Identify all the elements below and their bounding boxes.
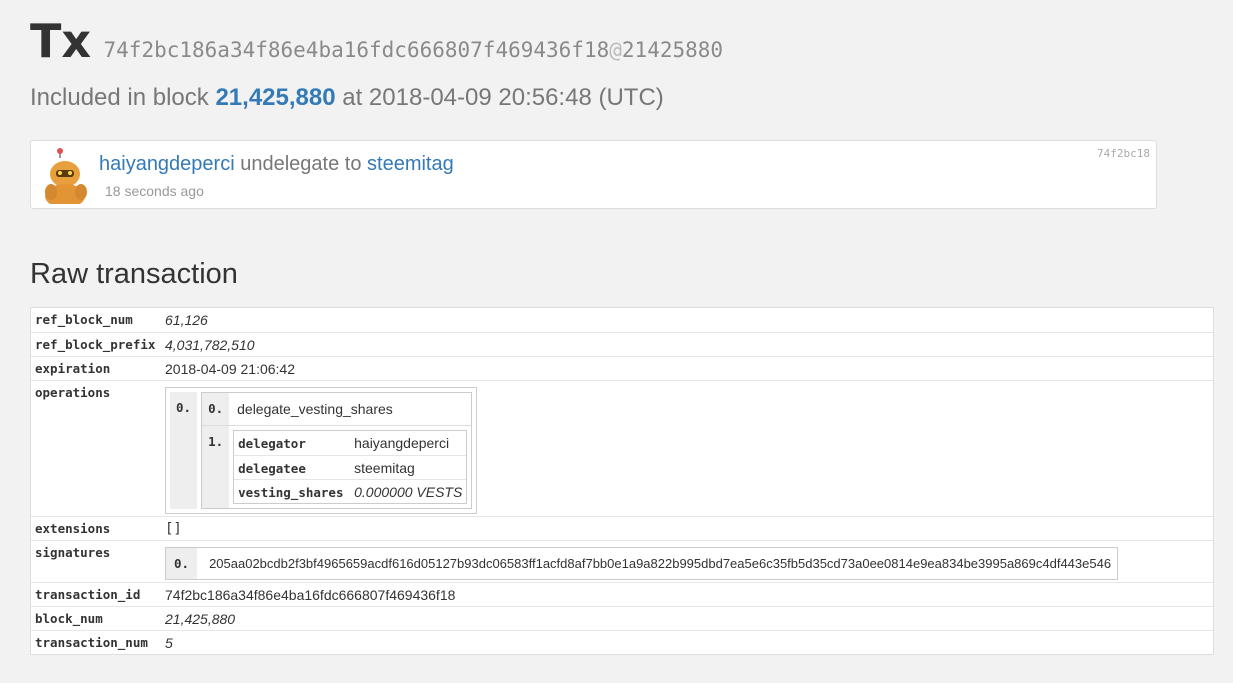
tx-hash: 74f2bc186a34f86e4ba16fdc666807f469436f18 <box>103 38 610 62</box>
raw-transaction-table: ref_block_num 61,126 ref_block_prefix 4,… <box>30 307 1214 655</box>
param-value: haiyangdeperci <box>354 435 450 451</box>
table-row: extensions [] <box>31 516 1213 540</box>
row-key: extensions <box>35 521 111 536</box>
param-value: 0.000000 VESTS <box>354 484 463 500</box>
operation-action: undelegate to <box>240 153 362 175</box>
operation-summary: haiyangdeperci undelegate to steemitag <box>99 153 454 176</box>
signatures-list: 0. 205aa02bcdb2f3bf4965659acdf616d05127b… <box>165 547 1119 580</box>
account-link[interactable]: haiyangdeperci <box>99 153 235 175</box>
table-row: transaction_id 74f2bc186a34f86e4ba16fdc6… <box>31 582 1213 606</box>
param-row: vesting_shares 0.000000 VESTS <box>234 479 467 503</box>
param-value: steemitag <box>354 460 415 476</box>
param-key: vesting_shares <box>238 485 344 500</box>
operation-item: 0. delegate_vesting_shares 1. delegator … <box>201 392 473 509</box>
operation-name: delegate_vesting_shares <box>237 401 393 417</box>
row-value: 61,126 <box>165 312 208 328</box>
row-key: signatures <box>35 545 111 560</box>
page-header: Tx 74f2bc186a34f86e4ba16fdc666807f469436… <box>30 14 723 68</box>
section-title-raw: Raw transaction <box>30 258 238 290</box>
param-row: delegator haiyangdeperci <box>234 431 466 455</box>
tx-hash-ref: 74f2bc186a34f86e4ba16fdc666807f469436f18… <box>104 38 724 62</box>
table-row: transaction_num 5 <box>31 630 1213 654</box>
operation-card: haiyangdeperci undelegate to steemitag 1… <box>30 140 1157 209</box>
row-value: 74f2bc186a34f86e4ba16fdc666807f469436f18 <box>165 587 456 603</box>
at-sign: @ <box>609 38 622 62</box>
param-key: delegator <box>238 436 306 451</box>
row-key: ref_block_prefix <box>35 337 156 352</box>
row-value: 4,031,782,510 <box>165 337 255 353</box>
row-key: transaction_num <box>35 635 148 650</box>
operation-params: delegator haiyangdeperci delegatee steem… <box>233 430 468 504</box>
table-row: ref_block_prefix 4,031,782,510 <box>31 332 1213 356</box>
operation-sub-index: 1. <box>202 426 230 508</box>
row-key: expiration <box>35 361 111 376</box>
row-value: [] <box>165 521 182 537</box>
operation-sub-index: 0. <box>202 393 230 425</box>
row-key: block_num <box>35 611 103 626</box>
tx-block-ref: 21425880 <box>621 38 724 62</box>
block-link[interactable]: 21,425,880 <box>215 84 335 111</box>
operation-time: 18 seconds ago <box>105 183 204 199</box>
target-account-link[interactable]: steemitag <box>367 153 454 175</box>
row-key: ref_block_num <box>35 312 133 327</box>
param-row: delegatee steemitag <box>234 455 467 479</box>
table-row: expiration 2018-04-09 21:06:42 <box>31 356 1213 380</box>
table-row-signatures: signatures 0. 205aa02bcdb2f3bf4965659acd… <box>31 540 1213 582</box>
row-value: 2018-04-09 21:06:42 <box>165 361 295 377</box>
operations-list: 0. 0. delegate_vesting_shares 1. delegat… <box>165 387 478 514</box>
signature-index: 0. <box>166 548 198 579</box>
table-row: block_num 21,425,880 <box>31 606 1213 630</box>
table-row: ref_block_num 61,126 <box>31 308 1213 332</box>
table-row-operations: operations 0. 0. delegate_vesting_shares… <box>31 380 1213 516</box>
operation-index: 0. <box>170 392 198 509</box>
row-key: operations <box>35 385 111 400</box>
row-value: 5 <box>165 635 173 651</box>
row-value: 21,425,880 <box>165 611 236 627</box>
included-suffix: at 2018-04-09 20:56:48 (UTC) <box>342 84 664 111</box>
param-key: delegatee <box>238 461 306 476</box>
page-title: Tx <box>30 14 92 68</box>
included-prefix: Included in block <box>30 84 209 111</box>
row-key: transaction_id <box>35 587 141 602</box>
signature-value: 205aa02bcdb2f3bf4965659acdf616d05127b93d… <box>197 548 1118 579</box>
avatar[interactable] <box>43 148 95 208</box>
operation-short-hash[interactable]: 74f2bc18 <box>1097 147 1150 160</box>
included-in-block: Included in block 21,425,880 at 2018-04-… <box>30 84 664 112</box>
